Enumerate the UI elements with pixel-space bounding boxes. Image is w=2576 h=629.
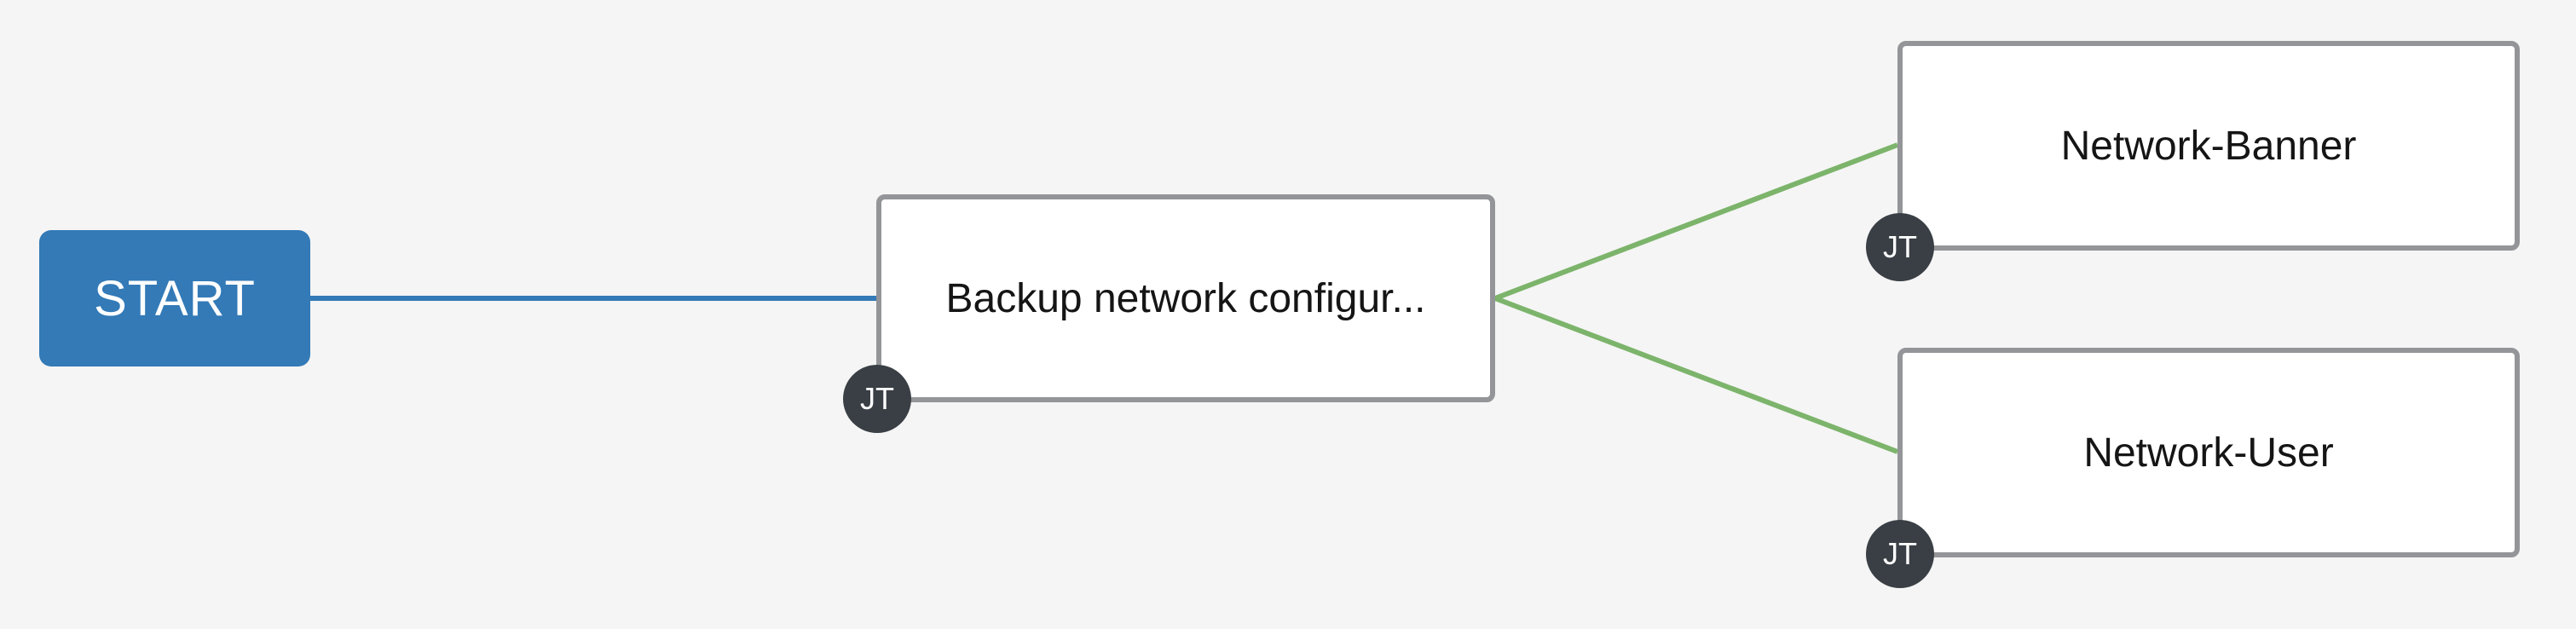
badge-text: JT	[860, 381, 894, 416]
link-backup-to-user[interactable]	[1493, 296, 1899, 454]
job-template-badge: JT	[1866, 520, 1934, 588]
node-label: Network-User	[2083, 430, 2334, 476]
node-backup-network-configuration[interactable]: Backup network configur...	[876, 194, 1495, 402]
link-backup-to-banner[interactable]	[1493, 142, 1899, 301]
node-network-user[interactable]: Network-User	[1897, 348, 2520, 557]
start-node-label: START	[94, 270, 256, 326]
start-node[interactable]: START	[39, 230, 310, 366]
job-template-badge: JT	[843, 365, 911, 433]
workflow-canvas[interactable]: START Backup network configur... JT Netw…	[0, 0, 2576, 629]
node-label: Network-Banner	[2060, 123, 2357, 169]
node-network-banner[interactable]: Network-Banner	[1897, 41, 2520, 251]
badge-text: JT	[1883, 229, 1917, 264]
badge-text: JT	[1883, 536, 1917, 571]
node-label: Backup network configur...	[945, 275, 1426, 321]
job-template-badge: JT	[1866, 213, 1934, 281]
